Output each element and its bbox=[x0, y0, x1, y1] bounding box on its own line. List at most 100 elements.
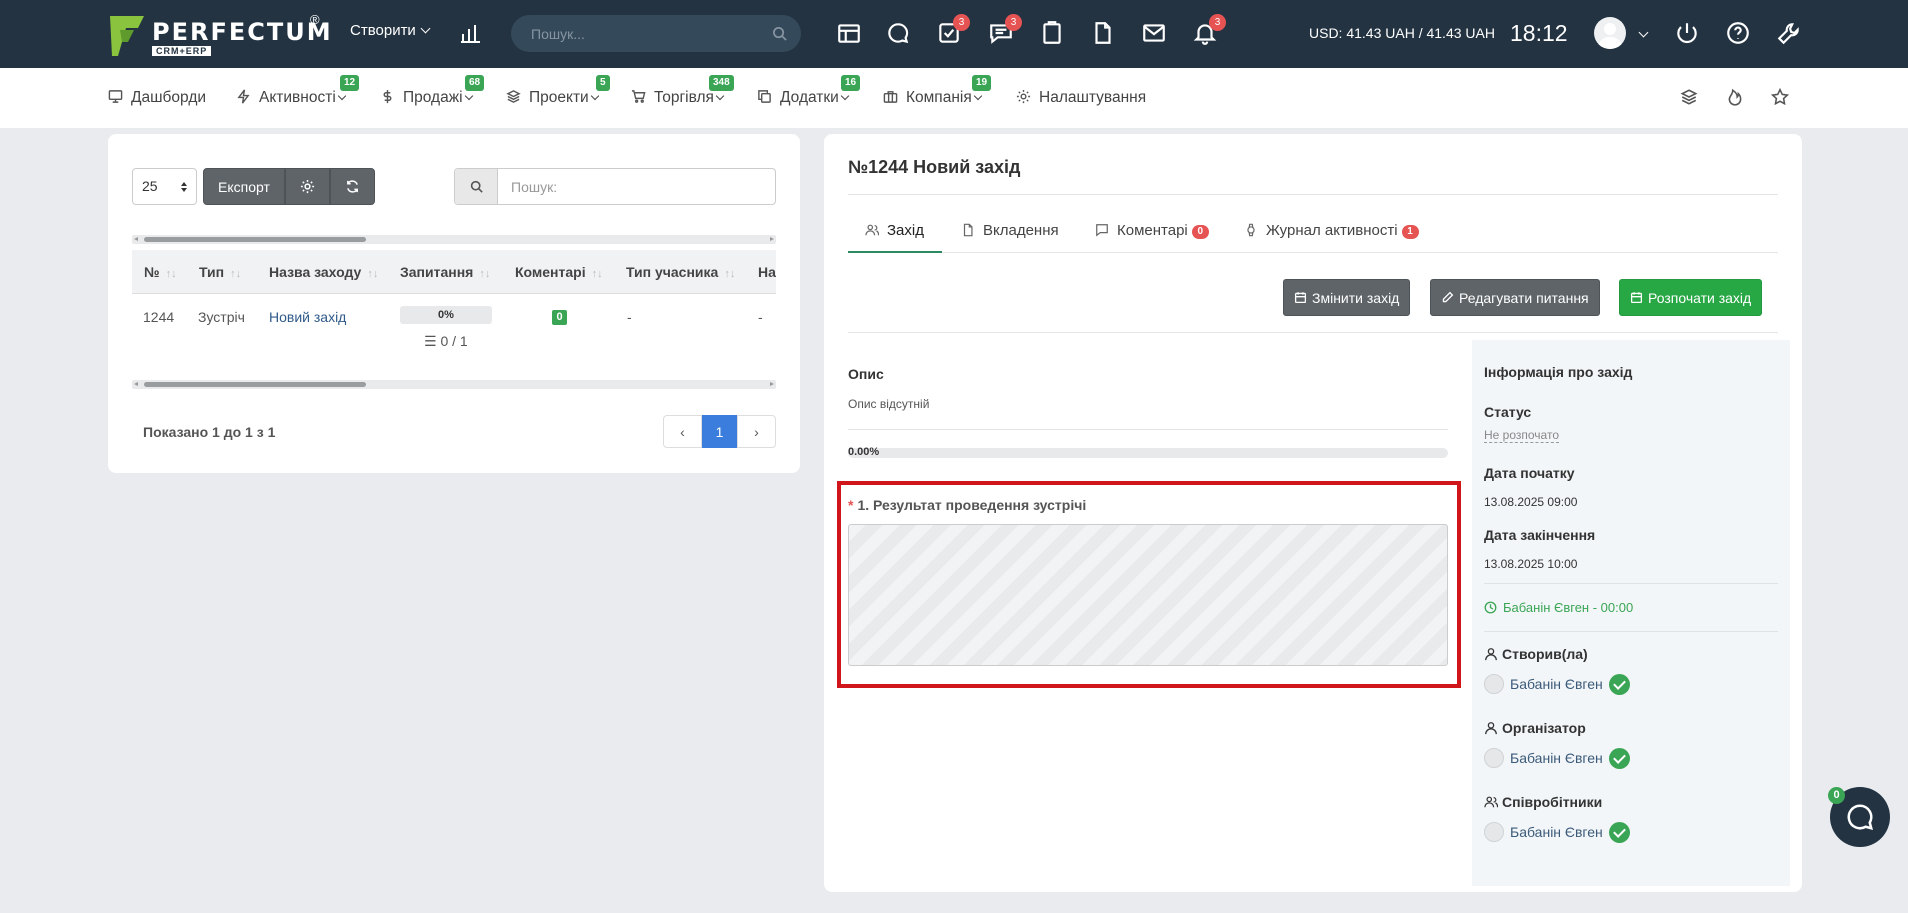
nav-item-sales[interactable]: Продажі 68 bbox=[380, 75, 485, 107]
required-marker: * bbox=[848, 497, 854, 513]
gear-icon bbox=[1016, 89, 1031, 104]
nav-item-company[interactable]: Компанія 19 bbox=[883, 75, 992, 107]
change-event-button[interactable]: Змінити захід bbox=[1283, 279, 1411, 316]
col-header-type[interactable]: Тип ↑↓ bbox=[199, 264, 241, 280]
column-settings-button[interactable] bbox=[284, 168, 330, 205]
table-scrollbar-top[interactable] bbox=[132, 235, 776, 244]
nav-item-addons[interactable]: Додатки 16 bbox=[757, 75, 861, 107]
check-icon bbox=[1608, 674, 1630, 695]
col-header-questions[interactable]: Запитання ↑↓ bbox=[400, 264, 490, 280]
page-button-1[interactable]: 1 bbox=[702, 415, 737, 448]
table-scrollbar-bottom[interactable] bbox=[132, 380, 776, 389]
nav-item-projects[interactable]: Проекти 5 bbox=[506, 75, 610, 107]
nav-item-dashboards[interactable]: Дашборди bbox=[108, 89, 206, 107]
scrollbar-thumb[interactable] bbox=[144, 237, 366, 242]
table-search bbox=[454, 168, 776, 205]
copy-icon bbox=[758, 90, 771, 103]
document-icon[interactable] bbox=[1090, 20, 1116, 46]
table-header: № ↑↓ Тип ↑↓ Назва заходу ↑↓ Запитання ↑↓ Ком… bbox=[132, 250, 776, 294]
nav-label: Проекти bbox=[529, 89, 589, 106]
chat-bubble-icon bbox=[1847, 804, 1874, 831]
divider bbox=[1484, 583, 1778, 584]
logo-registered: ® bbox=[310, 12, 320, 27]
clipboard-icon[interactable] bbox=[1039, 20, 1065, 46]
col-header-name[interactable]: Назва заходу ↑↓ bbox=[269, 264, 378, 280]
power-icon[interactable] bbox=[1674, 20, 1700, 46]
col-header-comments[interactable]: Коментарі ↑↓ bbox=[515, 264, 603, 280]
help-icon[interactable] bbox=[1725, 20, 1751, 46]
next-page-button[interactable]: › bbox=[737, 415, 776, 448]
main-nav: Дашборди Активності 12 Продажі 68 Проект… bbox=[0, 68, 1908, 128]
page-size-select[interactable]: 25 bbox=[132, 168, 197, 205]
search-icon bbox=[470, 180, 483, 193]
layers-icon[interactable] bbox=[1680, 88, 1698, 106]
nav-badge: 12 bbox=[340, 75, 360, 91]
table-search-input[interactable] bbox=[499, 169, 769, 204]
tab-attachments[interactable]: Вкладення bbox=[961, 222, 1059, 239]
scrollbar-thumb[interactable] bbox=[144, 382, 366, 387]
question-label: * 1. Результат проведення зустрічі bbox=[848, 497, 1087, 513]
question-answer-textarea[interactable] bbox=[848, 524, 1448, 666]
chevron-down-icon bbox=[840, 91, 850, 101]
chat-bubble-icon[interactable] bbox=[885, 20, 911, 46]
calendar-edit-icon bbox=[1294, 292, 1307, 304]
users-icon bbox=[865, 224, 880, 236]
user-avatar[interactable] bbox=[1594, 17, 1626, 49]
search-icon[interactable] bbox=[772, 26, 787, 41]
start-date-label: Дата початку bbox=[1484, 465, 1575, 481]
currency-rate: USD: 41.43 UAH / 41.43 UAH bbox=[1309, 25, 1495, 41]
pagination: ‹ 1 › bbox=[663, 415, 776, 448]
tab-event[interactable]: Захід bbox=[865, 222, 924, 239]
clock-icon bbox=[1484, 601, 1497, 614]
pencil-icon bbox=[1442, 291, 1454, 303]
staff-person[interactable]: Бабанін Євген bbox=[1484, 822, 1630, 843]
nav-item-settings[interactable]: Налаштування bbox=[1016, 89, 1146, 107]
organizer-person[interactable]: Бабанін Євген bbox=[1484, 748, 1630, 769]
event-name-link[interactable]: Новий захід bbox=[269, 309, 346, 325]
logo[interactable]: PERFECTUM ® CRM+ERP bbox=[108, 12, 331, 58]
export-button[interactable]: Експорт bbox=[203, 168, 285, 205]
star-icon[interactable] bbox=[1771, 88, 1789, 106]
wrench-icon[interactable] bbox=[1776, 20, 1802, 46]
staff-label: Співробітники bbox=[1484, 794, 1602, 810]
event-info-panel: Інформація про захід Статус Не розпочато… bbox=[1472, 340, 1790, 886]
mail-icon[interactable] bbox=[1141, 20, 1167, 46]
prev-page-button[interactable]: ‹ bbox=[663, 415, 702, 448]
questions-count: ☰ 0 / 1 bbox=[424, 333, 468, 349]
status-value[interactable]: Не розпочато bbox=[1484, 428, 1559, 443]
refresh-button[interactable] bbox=[329, 168, 375, 205]
edit-questions-button[interactable]: Редагувати питання bbox=[1430, 279, 1600, 316]
divider bbox=[1484, 631, 1778, 632]
user-menu-chevron-icon[interactable] bbox=[1634, 26, 1649, 42]
col-header-extra[interactable]: На bbox=[758, 264, 776, 280]
bar-chart-icon[interactable] bbox=[459, 21, 483, 45]
messages-button[interactable]: 3 bbox=[988, 14, 1022, 46]
global-search-input[interactable] bbox=[511, 15, 751, 52]
flame-icon[interactable] bbox=[1726, 88, 1744, 106]
gear-icon bbox=[300, 179, 314, 194]
table-search-icon-box bbox=[455, 169, 498, 204]
tab-activity-log[interactable]: Журнал активності 1 bbox=[1244, 222, 1419, 239]
info-title: Інформація про захід bbox=[1484, 364, 1633, 380]
chat-badge: 0 bbox=[1828, 787, 1845, 804]
created-by-person[interactable]: Бабанін Євген bbox=[1484, 674, 1630, 695]
clock: 18:12 bbox=[1510, 20, 1568, 46]
nav-item-activities[interactable]: Активності 12 bbox=[236, 75, 360, 107]
tasks-button[interactable]: 3 bbox=[936, 14, 970, 46]
description-text: Опис відсутній bbox=[848, 397, 930, 411]
col-header-participant-type[interactable]: Тип учасника ↑↓ bbox=[626, 264, 735, 280]
events-list-card: 25 Експорт №↑↓ Тип↑↓ Назва заходу↑↓ Запи… bbox=[108, 134, 800, 473]
logo-text: PERFECTUM bbox=[152, 18, 333, 46]
calendar-table-icon[interactable] bbox=[836, 20, 862, 46]
check-icon bbox=[1608, 822, 1630, 843]
start-event-button[interactable]: Розпочати захід bbox=[1619, 279, 1763, 316]
monitor-icon bbox=[108, 90, 123, 103]
tab-comments[interactable]: Коментарі 0 bbox=[1095, 222, 1209, 239]
questions-progress: 0% bbox=[400, 306, 492, 324]
nav-label: Дашборди bbox=[131, 89, 207, 106]
notifications-button[interactable]: 3 bbox=[1192, 14, 1226, 46]
nav-item-trade[interactable]: Торгівля 348 bbox=[631, 75, 734, 107]
cell-extra: - bbox=[758, 309, 763, 325]
create-menu-button[interactable]: Створити bbox=[350, 22, 431, 39]
col-header-id[interactable]: № ↑↓ bbox=[144, 264, 177, 280]
